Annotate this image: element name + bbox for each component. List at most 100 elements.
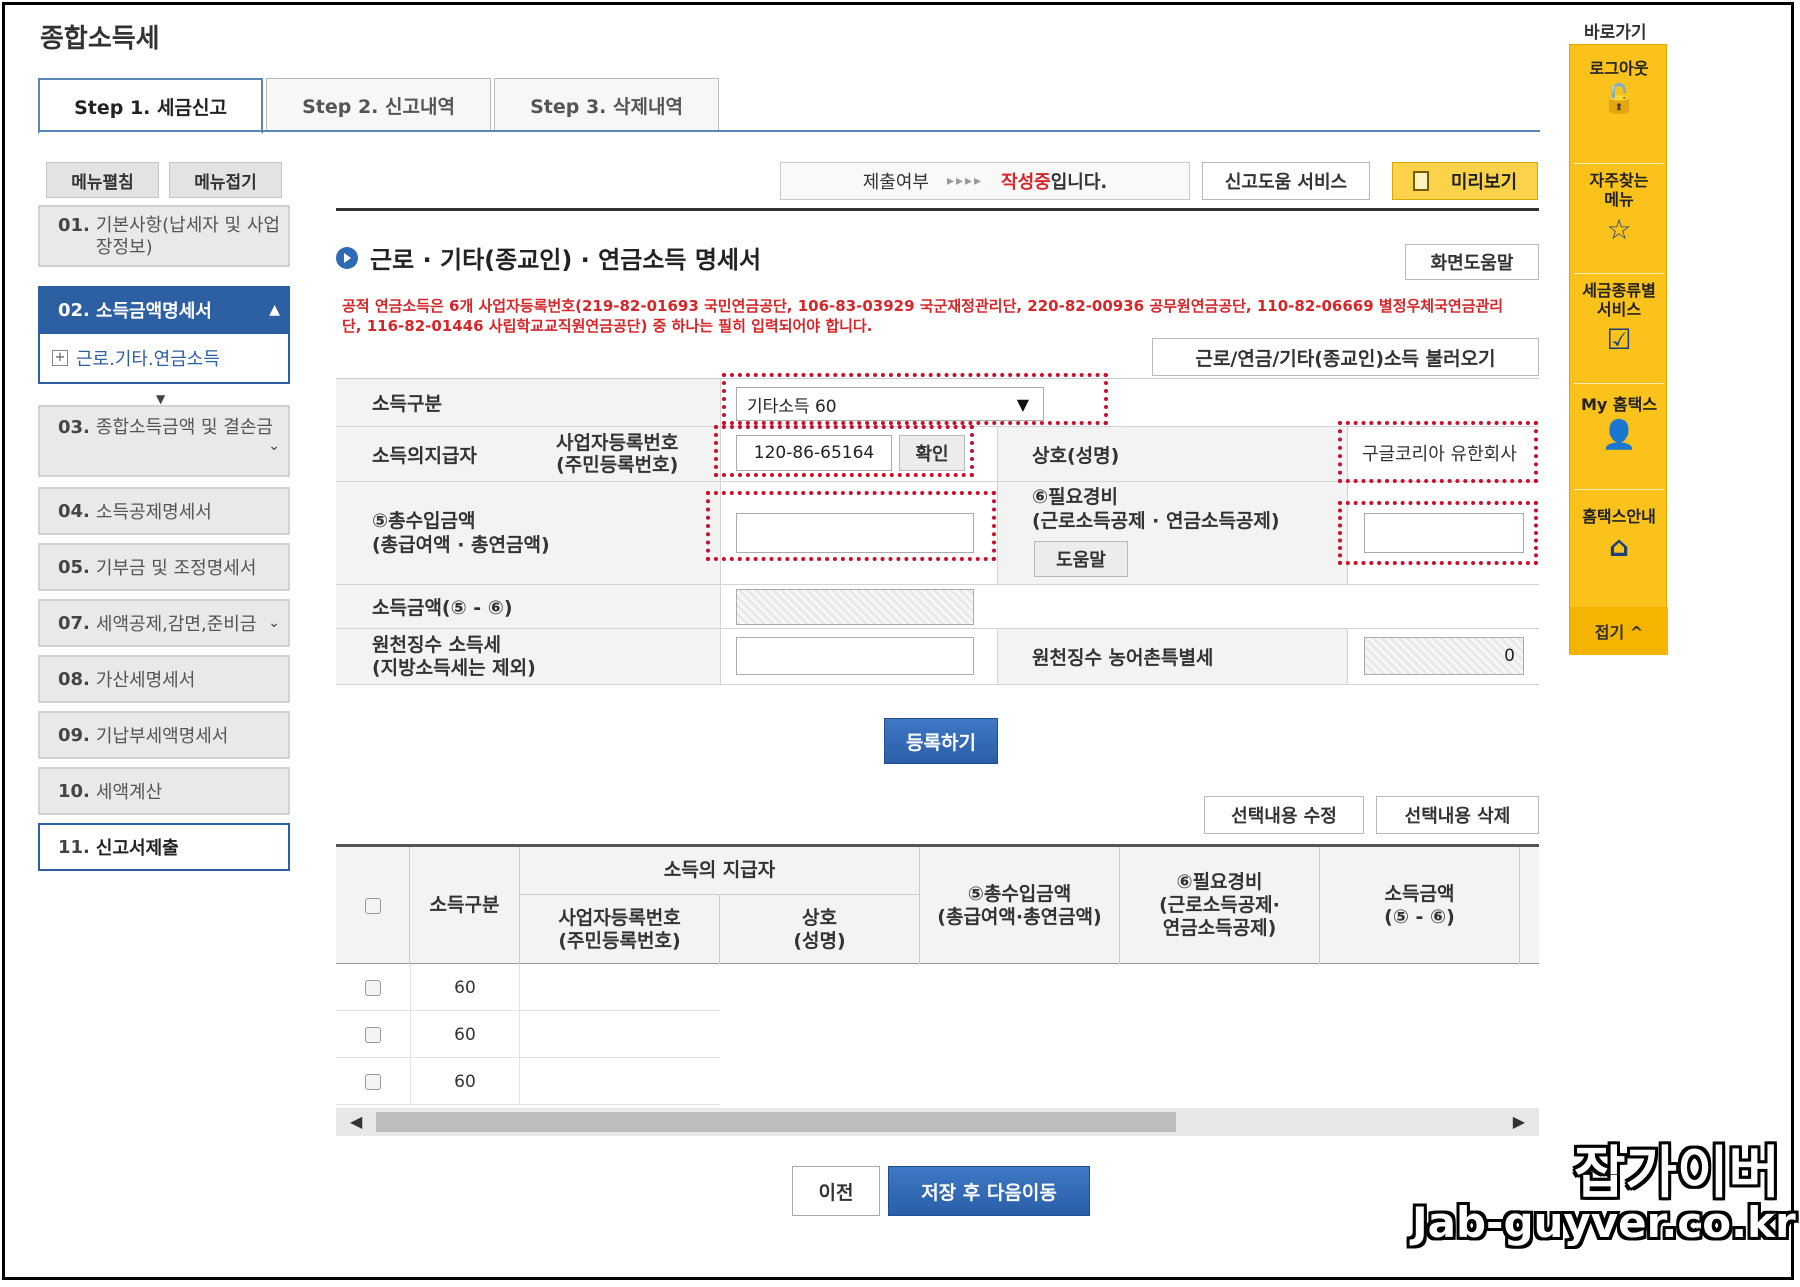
sidebar-item-label: 소득공제명세서 xyxy=(95,502,212,523)
prev-button[interactable]: 이전 xyxy=(792,1166,880,1216)
submission-status: 제출여부 ▸▸▸▸ 작성중입니다. xyxy=(780,162,1190,200)
lock-icon: 🔓 xyxy=(1601,82,1637,115)
quick-favorites[interactable]: 자주찾는 메뉴 ☆ xyxy=(1570,171,1668,245)
pension-notice: 공적 연금소득은 6개 사업자등록번호(219-82-01693 국민연금공단,… xyxy=(342,297,1504,335)
quick-hometax-guide[interactable]: 홈택스안내 ⌂ xyxy=(1570,507,1668,562)
sidebar-item-label: 기부금 및 조정명세서 xyxy=(95,558,257,579)
company-label: 상호(성명) xyxy=(1032,444,1120,467)
income-amount-label: 소득금액(⑤ - ⑥) xyxy=(372,597,513,619)
table-row[interactable]: 60 xyxy=(336,964,720,1011)
watermark-korean: 잡가이버 xyxy=(1574,1141,1781,1206)
scroll-left-arrow-icon[interactable]: ◀ xyxy=(350,1112,362,1131)
sidebar-item-income-statement[interactable]: 02. 소득금액명세서 ▲ xyxy=(38,286,290,334)
quickbar: 로그아웃 🔓 자주찾는 메뉴 ☆ 세금종류별 서비스 ☑ My 홈택스 👤 홈택… xyxy=(1569,44,1668,655)
check-icon: ☑ xyxy=(1606,323,1632,356)
select-all-checkbox[interactable] xyxy=(364,897,381,914)
menu-expand-button[interactable]: 메뉴펼침 xyxy=(46,162,159,198)
screen-help-button[interactable]: 화면도움말 xyxy=(1405,244,1539,280)
rural-tax-label: 원천징수 농어촌특별세 xyxy=(1032,647,1214,669)
highlight-box xyxy=(706,491,996,561)
edit-selected-button[interactable]: 선택내용 수정 xyxy=(1204,796,1364,834)
scroll-right-arrow-icon[interactable]: ▶ xyxy=(1513,1112,1525,1131)
sidebar-item-label: 신고서제출 xyxy=(95,838,179,859)
sidebar-item-submit[interactable]: 11. 신고서제출 xyxy=(38,823,290,871)
sidebar-item-deductions[interactable]: 04. 소득공제명세서 xyxy=(38,487,290,535)
chevron-down-icon[interactable]: ⌄ xyxy=(268,615,280,631)
th-income-type: 소득구분 xyxy=(410,847,520,964)
quick-tax-services[interactable]: 세금종류별 서비스 ☑ xyxy=(1570,281,1668,355)
row-checkbox[interactable] xyxy=(365,979,381,996)
sidebar-subitem-employment[interactable]: + 근로.기타.연금소득 xyxy=(38,334,290,384)
cell-income-type: 60 xyxy=(410,964,520,1011)
chevron-down-icon[interactable]: ⌄ xyxy=(268,435,280,457)
save-next-button[interactable]: 저장 후 다음이동 xyxy=(888,1166,1090,1216)
quick-my-hometax[interactable]: My 홈택스 👤 xyxy=(1570,395,1668,450)
section-divider xyxy=(336,208,1539,211)
expense-label: ⑥필요경비 (근로소득공제 · 연금소득공제) xyxy=(1032,486,1280,532)
th-biz-no: 사업자등록번호 (주민등록번호) xyxy=(520,895,720,964)
tab-step-1[interactable]: Step 1. 세금신고 xyxy=(38,78,263,134)
rural-tax-input: 0 xyxy=(1364,637,1524,675)
th-income-amount: 소득금액 (⑤ - ⑥) xyxy=(1320,847,1520,964)
document-icon xyxy=(1412,171,1429,191)
payer-label: 소득의지급자 xyxy=(372,444,477,467)
sidebar-item-label: 기납부세액명세서 xyxy=(95,726,229,747)
tab-step-2[interactable]: Step 2. 신고내역 xyxy=(266,78,491,132)
cell-income-type: 60 xyxy=(410,1011,520,1058)
plus-icon[interactable]: + xyxy=(52,350,68,366)
highlight-box xyxy=(722,373,1108,425)
load-income-button[interactable]: 근로/연금/기타(종교인)소득 불러오기 xyxy=(1152,338,1539,376)
home-icon: ⌂ xyxy=(1608,530,1630,563)
sidebar-item-label: 기본사항(납세자 및 사업장정보) xyxy=(95,215,280,258)
th-expense: ⑥필요경비 (근로소득공제· 연금소득공제) xyxy=(1120,847,1320,964)
income-type-label: 소득구분 xyxy=(372,393,442,415)
sidebar-item-label: 가산세명세서 xyxy=(95,670,196,691)
tab-underline xyxy=(38,130,1540,132)
biz-no-label: 사업자등록번호 (주민등록번호) xyxy=(556,432,679,476)
sidebar-item-donations[interactable]: 05. 기부금 및 조정명세서 xyxy=(38,543,290,591)
scroll-thumb[interactable] xyxy=(376,1112,1176,1132)
register-button[interactable]: 등록하기 xyxy=(884,718,998,764)
cell-income-type: 60 xyxy=(410,1058,520,1105)
arrow-bullet-icon xyxy=(336,246,358,269)
user-icon: 👤 xyxy=(1601,418,1637,451)
row-checkbox[interactable] xyxy=(365,1073,381,1090)
watermark-domain: Jab-guyver.co.kr xyxy=(1412,1198,1796,1247)
highlight-box xyxy=(1338,501,1538,565)
star-icon: ☆ xyxy=(1606,213,1632,246)
status-arrows: ▸▸▸▸ xyxy=(946,173,984,189)
help-service-button[interactable]: 신고도움 서비스 xyxy=(1202,162,1370,200)
status-label: 제출여부 xyxy=(862,172,929,193)
th-payer: 소득의 지급자 xyxy=(520,847,920,895)
highlight-box xyxy=(714,425,974,477)
income-amount-input xyxy=(736,589,974,625)
row-checkbox[interactable] xyxy=(365,1026,381,1043)
chevron-up-icon[interactable]: ▲ xyxy=(269,302,280,318)
preview-button[interactable]: 미리보기 xyxy=(1392,162,1538,200)
horizontal-scrollbar[interactable]: ◀ ▶ xyxy=(336,1108,1539,1136)
delete-selected-button[interactable]: 선택내용 삭제 xyxy=(1376,796,1539,834)
table-row[interactable]: 60 xyxy=(336,1058,720,1105)
page-title: 종합소득세 xyxy=(40,24,160,54)
withholding-input[interactable] xyxy=(736,637,974,675)
sidebar-item-tax-calc[interactable]: 10. 세액계산 xyxy=(38,767,290,815)
sidebar-item-tax-credits[interactable]: 07. 세액공제,감면,준비금 ⌄ xyxy=(38,599,290,647)
expense-help-button[interactable]: 도움말 xyxy=(1034,541,1128,577)
table-row[interactable]: 60 xyxy=(336,1011,720,1058)
sidebar-item-penalty[interactable]: 08. 가산세명세서 xyxy=(38,655,290,703)
menu-collapse-button[interactable]: 메뉴접기 xyxy=(169,162,282,198)
section-title-text: 근로 · 기타(종교인) · 연금소득 명세서 xyxy=(370,246,762,274)
sidebar-item-basic-info[interactable]: 01. 기본사항(납세자 및 사업장정보) xyxy=(38,205,290,267)
income-form: 소득구분 기타소득 60 ▼ 소득의지급자 사업자등록번호 (주민등록번호) 1… xyxy=(336,373,1539,685)
sidebar-item-label: 종합소득금액 및 결손금 xyxy=(95,417,273,438)
quickbar-fold-button[interactable]: 접기 ^ xyxy=(1570,607,1668,655)
sidebar-item-total-income[interactable]: 03. 종합소득금액 및 결손금 ⌄ xyxy=(38,405,290,477)
tab-step-3[interactable]: Step 3. 삭제내역 xyxy=(494,78,719,132)
quick-logout[interactable]: 로그아웃 🔓 xyxy=(1570,59,1668,114)
sidebar-item-prepaid-tax[interactable]: 09. 기납부세액명세서 xyxy=(38,711,290,759)
quickbar-title: 바로가기 xyxy=(1584,23,1647,43)
menu-toggle-group: 메뉴펼침 메뉴접기 xyxy=(46,162,282,198)
withholding-label: 원천징수 소득세 (지방소득세는 제외) xyxy=(372,633,536,679)
status-value-suffix: 입니다. xyxy=(1050,172,1108,193)
sidebar-item-label: 세액공제,감면,준비금 xyxy=(95,614,257,635)
